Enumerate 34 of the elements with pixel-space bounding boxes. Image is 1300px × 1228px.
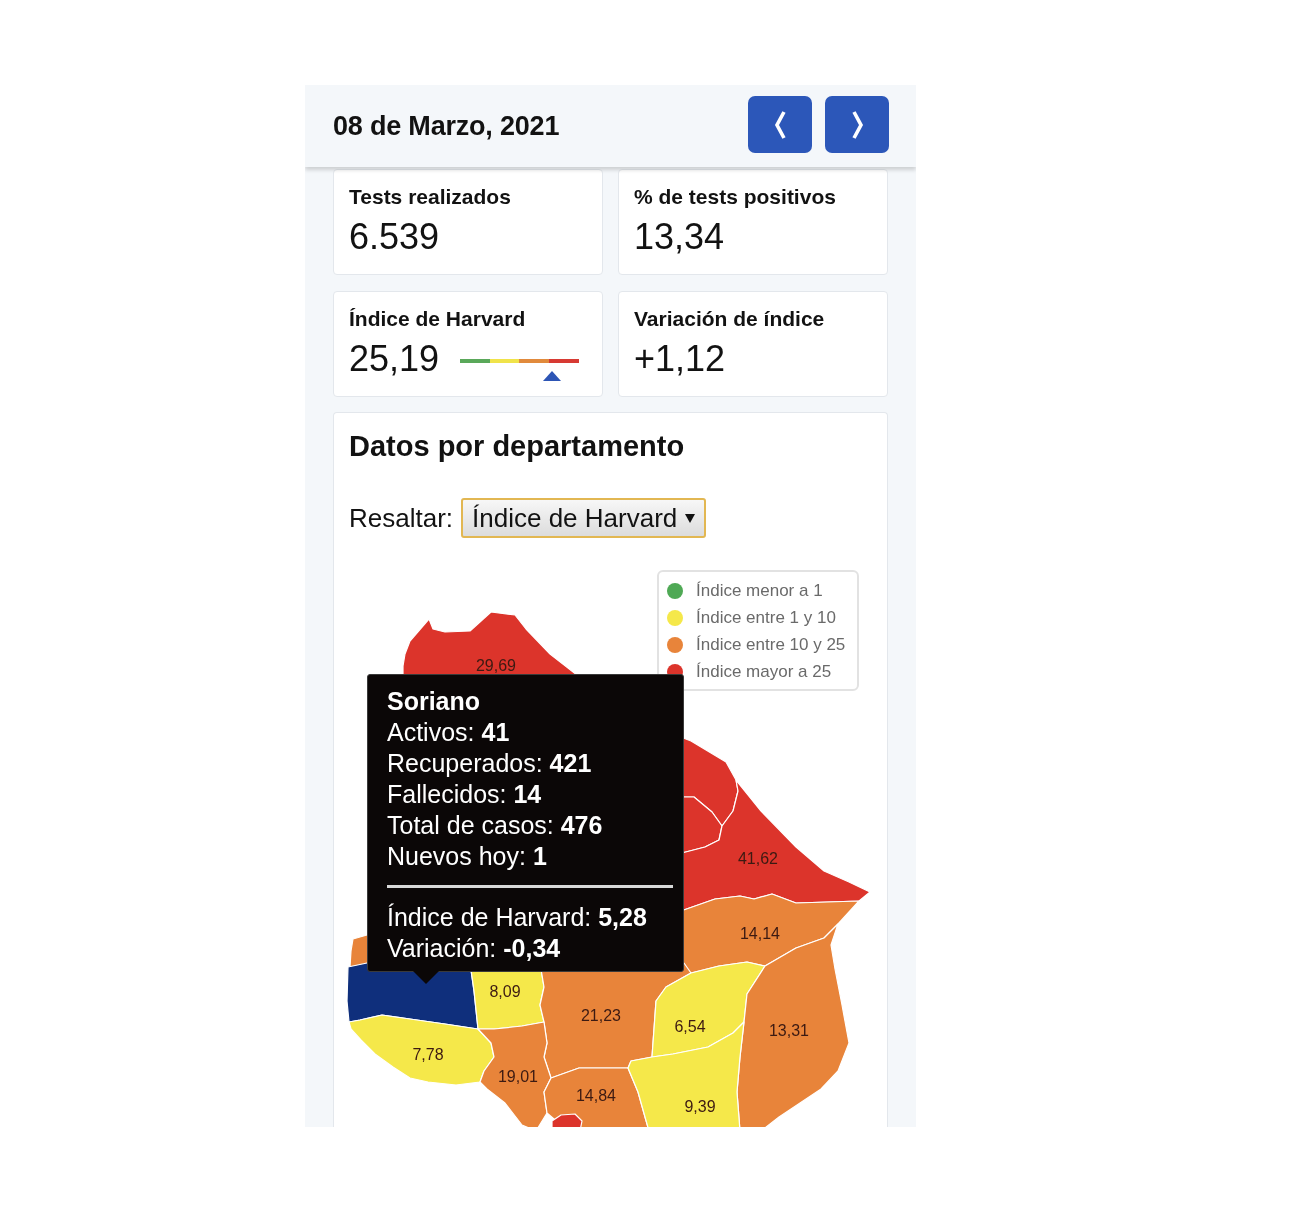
stat-value: 6.539 bbox=[349, 216, 440, 258]
map-value-label: 21,23 bbox=[581, 1006, 621, 1024]
tooltip-line: Nuevos hoy: 1 bbox=[387, 841, 547, 872]
map-value-label: 14,14 bbox=[740, 924, 780, 942]
legend-label: Índice entre 10 y 25 bbox=[696, 634, 846, 655]
highlight-label: Resaltar: bbox=[349, 503, 454, 533]
legend-label: Índice menor a 1 bbox=[696, 580, 823, 601]
map-value-label: 14,84 bbox=[576, 1086, 616, 1104]
section-title: Datos por departamento bbox=[349, 429, 685, 463]
stat-label: Tests realizados bbox=[349, 184, 512, 210]
map-value-label: 19,01 bbox=[498, 1067, 538, 1085]
legend-label: Índice entre 1 y 10 bbox=[696, 607, 836, 628]
map-value-label: 7,78 bbox=[412, 1045, 444, 1063]
stat-value: 25,19 bbox=[349, 338, 440, 380]
map-value-label: 29,69 bbox=[476, 656, 516, 674]
map-value-label: 8,09 bbox=[489, 982, 521, 1000]
stat-label: % de tests positivos bbox=[634, 184, 837, 210]
stat-value: 13,34 bbox=[634, 216, 725, 258]
stat-label: Índice de Harvard bbox=[349, 306, 527, 332]
tooltip-line: Fallecidos: 14 bbox=[387, 779, 542, 810]
tooltip-title: Soriano bbox=[387, 686, 481, 717]
date-title: 08 de Marzo, 2021 bbox=[333, 110, 560, 142]
map-value-label: 41,62 bbox=[738, 849, 778, 867]
tooltip-line: Activos: 41 bbox=[387, 717, 510, 748]
tooltip-line: Variación: -0,34 bbox=[387, 933, 561, 964]
tooltip-line: Índice de Harvard: 5,28 bbox=[387, 902, 647, 933]
map-value-label: 13,31 bbox=[769, 1021, 809, 1039]
tooltip-line: Total de casos: 476 bbox=[387, 810, 603, 841]
tooltip-line: Recuperados: 421 bbox=[387, 748, 592, 779]
stat-value: +1,12 bbox=[634, 338, 726, 380]
map-value-label: 9,39 bbox=[684, 1097, 716, 1115]
stat-label: Variación de índice bbox=[634, 306, 826, 332]
legend-label: Índice mayor a 25 bbox=[696, 661, 832, 682]
map-value-label: 6,54 bbox=[674, 1017, 706, 1035]
